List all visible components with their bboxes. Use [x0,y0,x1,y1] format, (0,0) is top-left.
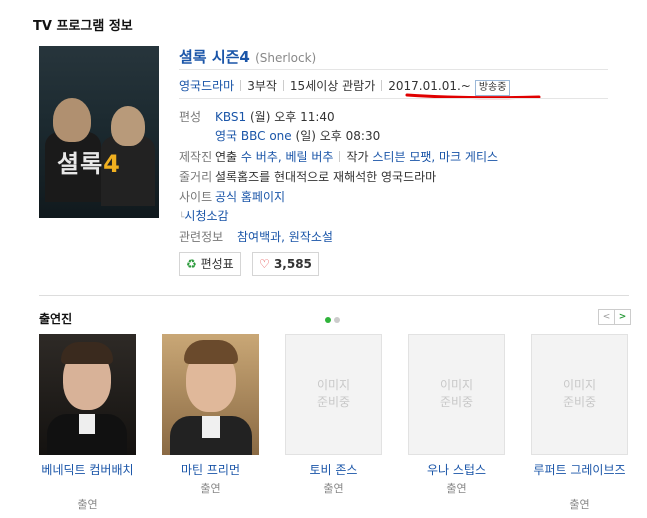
pagination-dots [325,312,343,326]
next-arrow-icon[interactable]: > [614,309,631,325]
review-link[interactable]: 시청소감 [184,209,228,223]
calendar-icon: ♻ [186,257,197,271]
director-links[interactable]: 수 버추, 베릴 버추 [241,150,334,164]
related-row: 관련정보 참여백과, 원작소설 [179,230,333,244]
cast-name[interactable]: 베네딕트 컴버배치 [39,462,136,478]
cast-role: 출연 [77,498,98,511]
cast-photo[interactable] [162,334,259,455]
program-title-en: (Sherlock) [255,51,317,65]
cast-role: 출연 [200,482,221,495]
official-site-link[interactable]: 공식 홈페이지 [215,190,285,204]
schedule-row: 편성 KBS1 (월) 오후 11:40 [179,110,335,124]
poster-title: 셜록4 [57,150,121,178]
page-dot[interactable] [334,317,340,323]
synopsis-row: 줄거리 셜록홈즈를 현대적으로 재해석한 영국드라마 [179,170,437,184]
cast-role: 출연 [323,482,344,495]
cast-photo[interactable] [39,334,136,455]
prev-arrow-icon[interactable]: < [598,309,615,325]
cast-name[interactable]: 토비 존스 [285,462,382,478]
crew-row: 제작진 연출 수 버추, 베릴 버추 작가 스티븐 모팻, 마크 게티스 [179,150,499,164]
schedule-button[interactable]: ♻ 편성표 [179,252,241,276]
channel-link[interactable]: KBS1 [215,110,246,124]
cast-photo-placeholder[interactable]: 이미지 준비중 [531,334,628,455]
related-links[interactable]: 참여백과, 원작소설 [237,230,333,244]
section-title: TV 프로그램 정보 [33,19,133,34]
genre-link[interactable]: 영국드라마 [179,79,234,93]
episode-count: 3부작 [247,79,277,93]
cast-photo-placeholder[interactable]: 이미지 준비중 [408,334,505,455]
review-row: └시청소감 [179,207,229,224]
cast-section-title: 출연진 [39,312,73,326]
channel-link-2[interactable]: 영국 BBC one [215,129,292,143]
cast-photo-placeholder[interactable]: 이미지 준비중 [285,334,382,455]
cast-name[interactable]: 마틴 프리먼 [162,462,259,478]
program-title[interactable]: 셜록 시즌4 (Sherlock) [179,46,316,67]
schedule-row-2: 영국 BBC one (일) 오후 08:30 [215,129,381,143]
page-dot-active[interactable] [325,317,331,323]
age-rating: 15세이상 관람가 [289,79,376,93]
cast-name[interactable]: 우나 스텁스 [408,462,505,478]
heart-icon: ♡ [259,257,270,271]
cast-role: 출연 [446,482,467,495]
like-button[interactable]: ♡ 3,585 [252,252,319,276]
program-poster[interactable]: 셜록4 [39,46,159,218]
air-date: 2017.01.01.~ [388,79,471,93]
cast-role: 출연 [569,498,590,511]
writer-links[interactable]: 스티븐 모팻, 마크 게티스 [372,150,498,164]
cast-name[interactable]: 루퍼트 그레이브즈 [531,462,628,478]
site-row: 사이트 공식 홈페이지 [179,190,286,204]
